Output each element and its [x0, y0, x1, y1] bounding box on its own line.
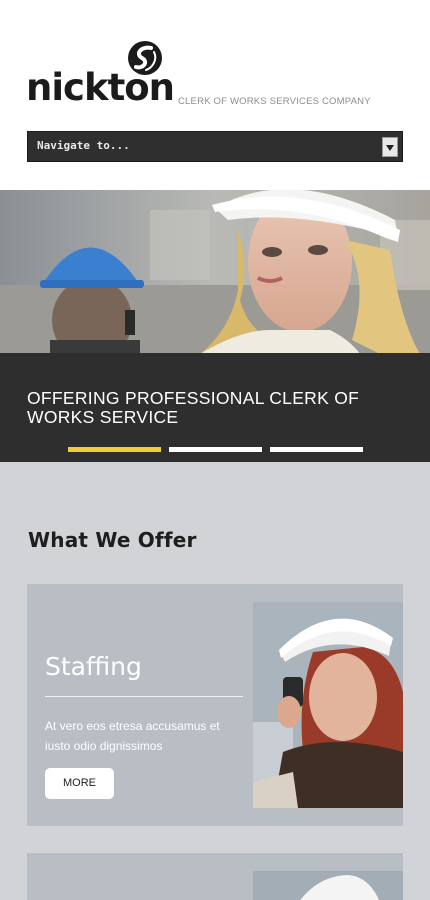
- card-photo: [253, 602, 403, 808]
- hero-slider: OFFERING PROFESSIONAL CLERK OF WORKS SER…: [0, 190, 430, 462]
- offer-card-2: [27, 853, 403, 900]
- slider-dot-1[interactable]: [68, 447, 161, 452]
- card-description: At vero eos etresa accusamus et iusto od…: [45, 719, 220, 753]
- card-photo-2: [253, 871, 403, 900]
- hero-photo: [0, 190, 430, 354]
- slider-dot-3[interactable]: [270, 447, 363, 452]
- logo-wordmark[interactable]: nickton: [26, 68, 175, 108]
- offer-section: What We Offer Staffing At vero eos etres…: [0, 462, 430, 900]
- slider-dot-2[interactable]: [169, 447, 262, 452]
- more-button[interactable]: MORE: [45, 768, 114, 799]
- site-header: nickton CLERK OF WORKS SERVICES COMPANY …: [0, 0, 430, 190]
- section-title: What We Offer: [28, 528, 197, 552]
- dropdown-arrow-icon[interactable]: [382, 137, 398, 157]
- card-title[interactable]: Staffing: [45, 652, 142, 681]
- navigation-select[interactable]: Navigate to...: [27, 131, 403, 162]
- offer-card: Staffing At vero eos etresa accusamus et…: [27, 584, 403, 826]
- navigation-select-value: Navigate to...: [37, 139, 130, 152]
- brand-tagline: CLERK OF WORKS SERVICES COMPANY: [178, 96, 371, 107]
- hero-caption-title: OFFERING PROFESSIONAL CLERK OF WORKS SER…: [27, 388, 360, 427]
- card-divider: [45, 696, 243, 697]
